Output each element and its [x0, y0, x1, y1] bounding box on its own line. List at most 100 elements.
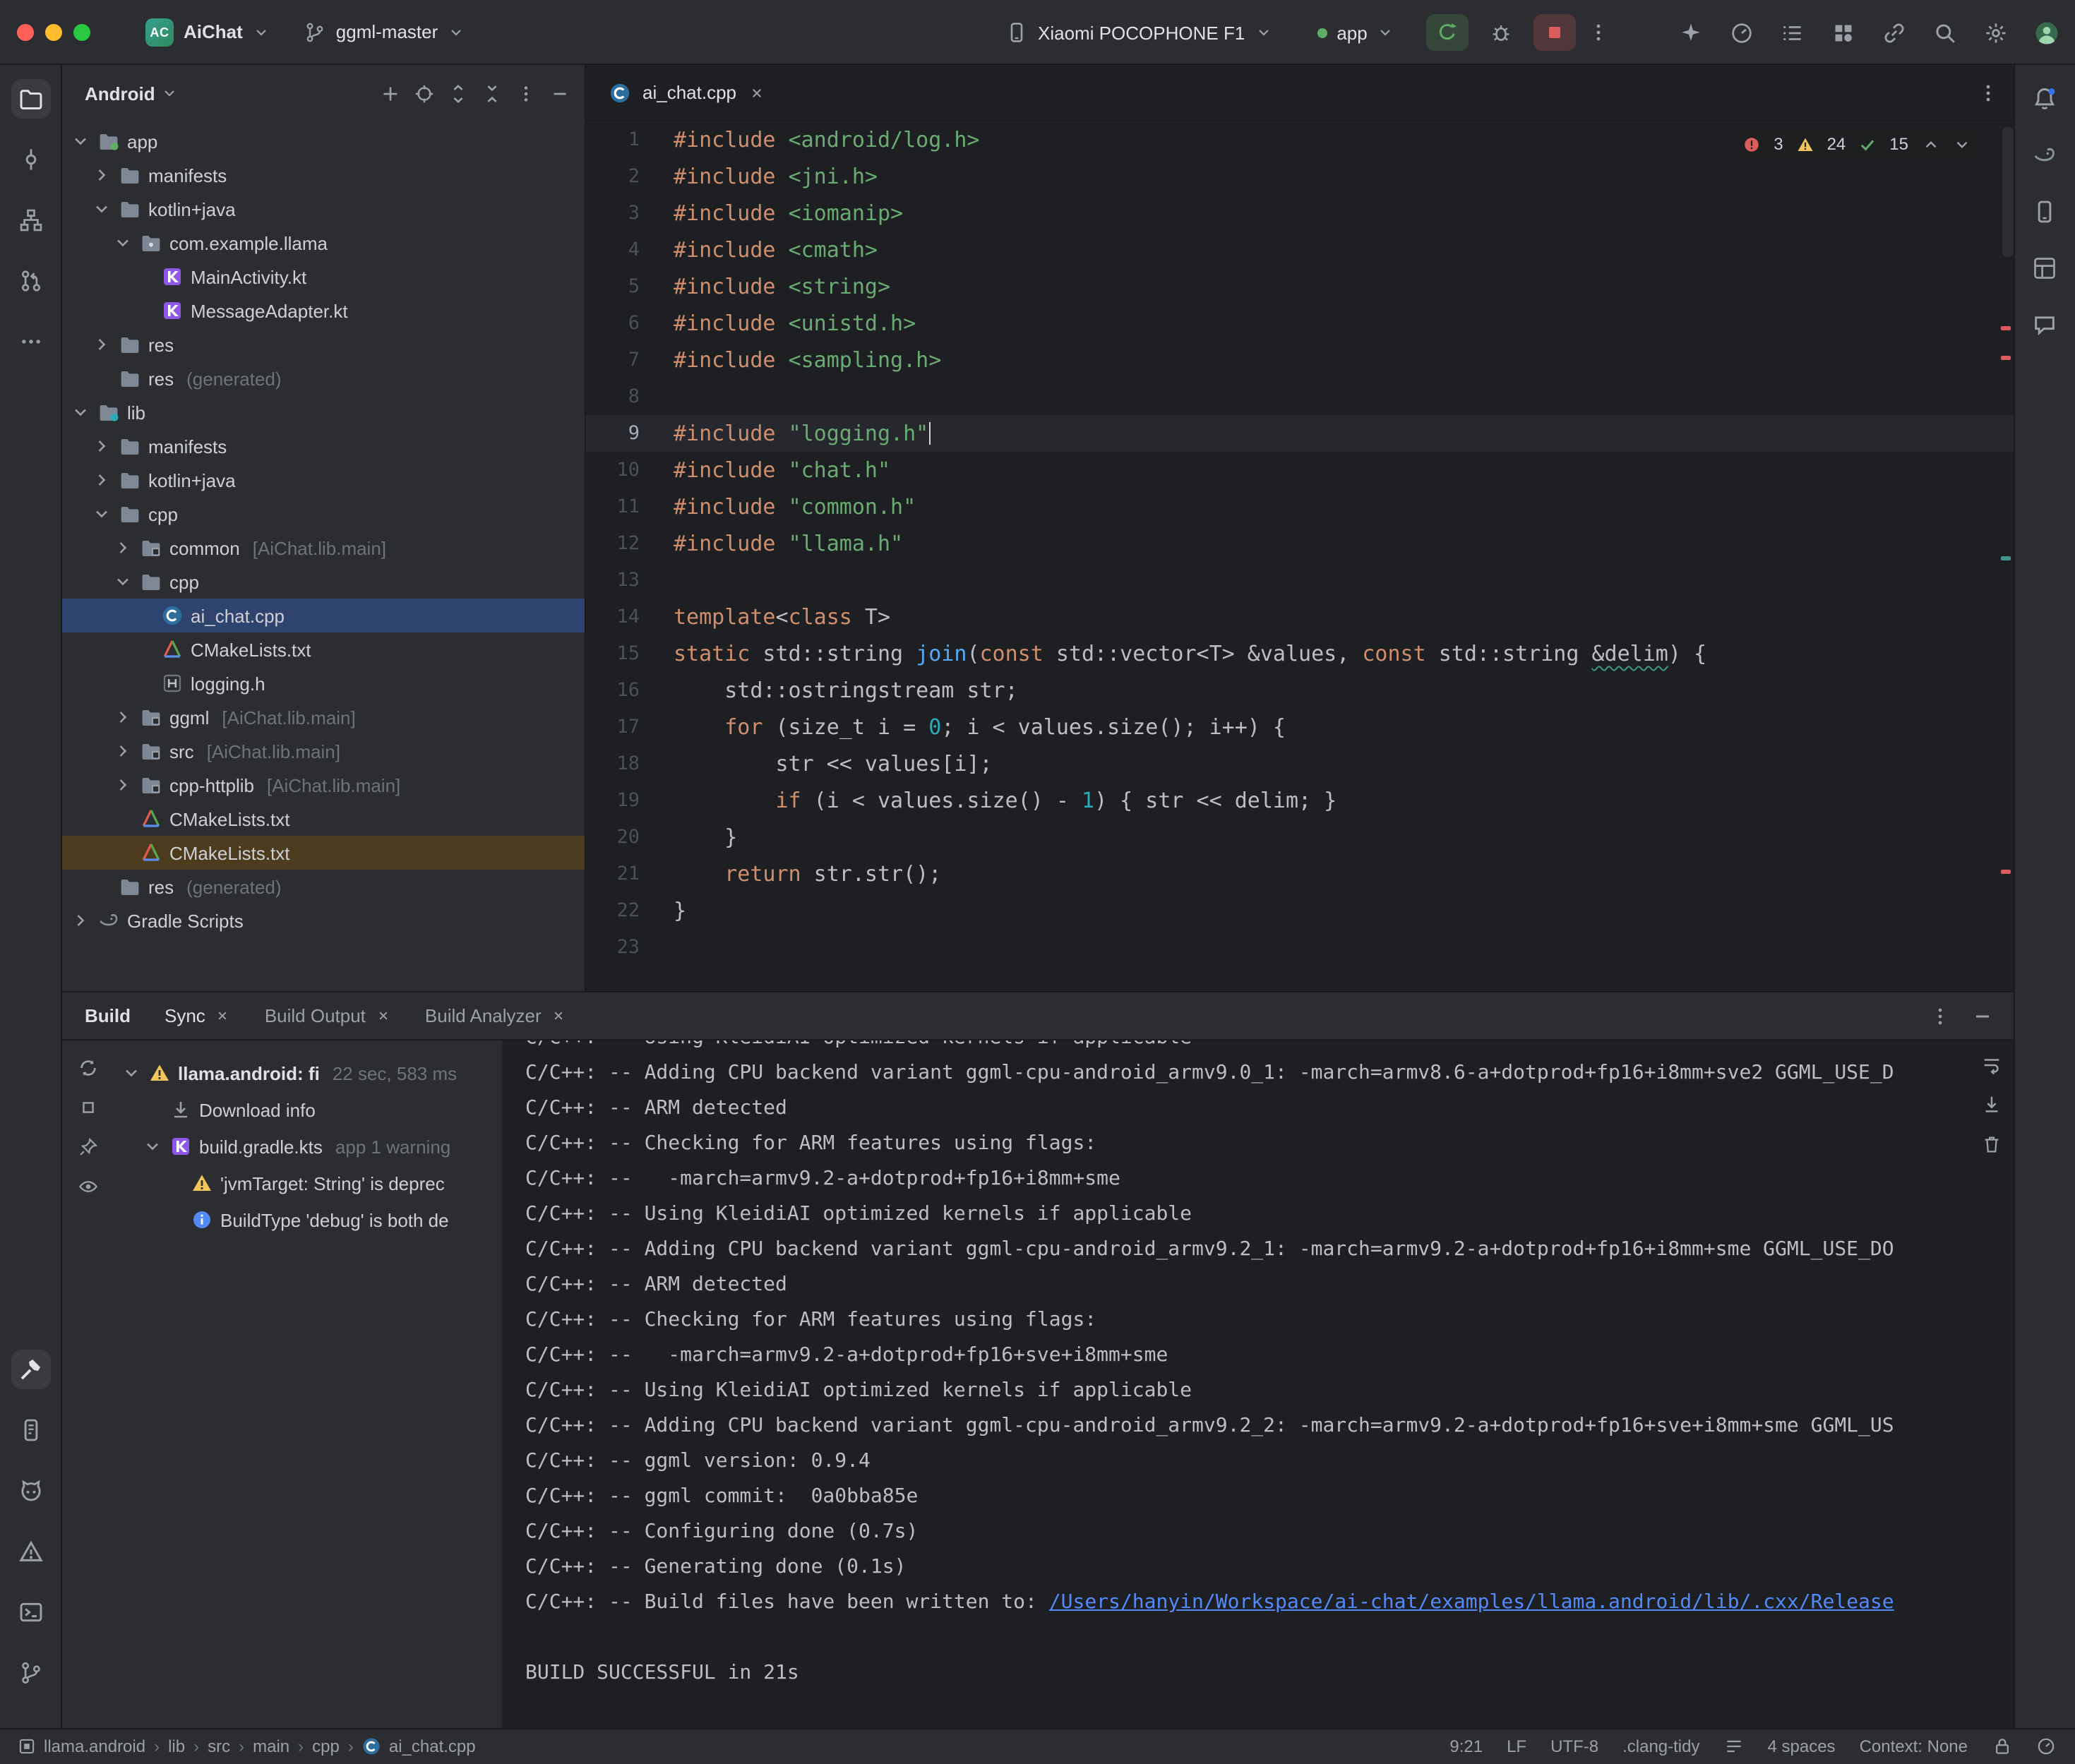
project-tree-item-cmakelists-txt[interactable]: CMakeLists.txt: [62, 802, 585, 836]
chevron-down-icon[interactable]: [71, 402, 90, 422]
settings-icon[interactable]: [1983, 20, 2007, 44]
pin-icon[interactable]: [77, 1136, 98, 1158]
build-panel-title[interactable]: Build: [85, 1005, 131, 1026]
code-line-2[interactable]: 2#include <jni.h>: [586, 158, 2013, 195]
expand-all-icon[interactable]: [448, 83, 469, 104]
code-line-4[interactable]: 4#include <cmath>: [586, 232, 2013, 268]
project-tree-item-src[interactable]: src[AiChat.lib.main]: [62, 734, 585, 768]
chevron-right-icon[interactable]: [92, 470, 112, 490]
chevron-down-icon[interactable]: [143, 1136, 162, 1156]
close-icon[interactable]: [215, 1008, 231, 1024]
error-stripe-mark[interactable]: [2000, 870, 2010, 874]
line-number[interactable]: 4: [586, 232, 674, 268]
file-encoding[interactable]: UTF-8: [1550, 1736, 1598, 1756]
layout-inspector-toolwindow-button[interactable]: [2025, 248, 2064, 288]
project-tree-item-res[interactable]: res(generated): [62, 870, 585, 904]
build-tree-item-llama-android-fi[interactable]: llama.android: fi22 sec, 583 ms: [113, 1055, 501, 1091]
chevron-down-icon[interactable]: [121, 1063, 141, 1083]
project-tree-item-messageadapter-kt[interactable]: MessageAdapter.kt: [62, 294, 585, 328]
code-line-13[interactable]: 13: [586, 562, 2013, 599]
sync-icon[interactable]: [77, 1057, 98, 1079]
more-tools-toolwindow-button[interactable]: [11, 322, 50, 361]
resolve-context[interactable]: Context: None: [1860, 1736, 1968, 1756]
code-line-19[interactable]: 19 if (i < values.size() - 1) { str << d…: [586, 782, 2013, 819]
code-line-15[interactable]: 15static std::string join(const std::vec…: [586, 635, 2013, 672]
rerun-button[interactable]: [1427, 14, 1469, 51]
scroll-end-icon[interactable]: [1980, 1094, 2002, 1115]
build-tree-item-download-info[interactable]: Download info: [113, 1091, 501, 1128]
terminal-toolwindow-button[interactable]: [11, 1592, 50, 1631]
suspend-icon[interactable]: [77, 1097, 98, 1118]
code-line-20[interactable]: 20 }: [586, 819, 2013, 856]
next-problem-icon[interactable]: [1952, 135, 1971, 153]
line-number[interactable]: 21: [586, 856, 674, 892]
chevron-right-icon[interactable]: [92, 335, 112, 354]
profiler-icon[interactable]: [1729, 20, 1753, 44]
search-icon[interactable]: [1932, 20, 1956, 44]
code-line-14[interactable]: 14template<class T>: [586, 599, 2013, 635]
debug-button[interactable]: [1481, 14, 1523, 51]
project-tree-item-ggml[interactable]: ggml[AiChat.lib.main]: [62, 700, 585, 734]
build-tab-build-output[interactable]: Build Output: [265, 1005, 391, 1026]
project-view-selector[interactable]: Android: [85, 83, 178, 104]
target-icon[interactable]: [414, 83, 435, 104]
build-tree-item-jvmtarget-string-is-deprec[interactable]: 'jvmTarget: String' is deprec: [113, 1165, 501, 1201]
analyzer[interactable]: .clang-tidy: [1622, 1736, 1699, 1756]
project-tree-item-mainactivity-kt[interactable]: MainActivity.kt: [62, 260, 585, 294]
build-tree-item-build-gradle-kts[interactable]: build.gradle.ktsapp 1 warning: [113, 1128, 501, 1165]
line-number[interactable]: 23: [586, 929, 674, 966]
breadcrumb-main[interactable]: main: [253, 1736, 289, 1756]
error-stripe-mark[interactable]: [2000, 356, 2010, 360]
project-tree-item-manifests[interactable]: manifests: [62, 158, 585, 192]
chevron-down-icon[interactable]: [113, 233, 133, 253]
code-line-12[interactable]: 12#include "llama.h": [586, 525, 2013, 562]
share-icon[interactable]: [1882, 20, 1906, 44]
line-number[interactable]: 8: [586, 378, 674, 415]
indent[interactable]: 4 spaces: [1768, 1736, 1836, 1756]
editor-scrollbar[interactable]: [2002, 127, 2013, 257]
chevron-down-icon[interactable]: [92, 504, 112, 524]
chevron-right-icon[interactable]: [113, 538, 133, 558]
code-style-icon[interactable]: [1724, 1736, 1744, 1756]
line-number[interactable]: 14: [586, 599, 674, 635]
plus-icon[interactable]: [380, 83, 401, 104]
close-icon[interactable]: [551, 1008, 567, 1024]
build-console[interactable]: C/C++: -- Using KleidiAI optimized kerne…: [503, 1040, 2013, 1728]
minimize-window-button[interactable]: [45, 23, 62, 40]
line-number[interactable]: 11: [586, 488, 674, 525]
readonly-toggle-icon[interactable]: [1992, 1736, 2011, 1756]
soft-wrap-icon[interactable]: [1980, 1055, 2002, 1076]
close-window-button[interactable]: [17, 23, 34, 40]
project-toolwindow-button[interactable]: [11, 79, 50, 119]
editor-options-icon[interactable]: [1976, 81, 1999, 104]
eye-icon[interactable]: [77, 1176, 98, 1197]
line-number[interactable]: 13: [586, 562, 674, 599]
line-number[interactable]: 20: [586, 819, 674, 856]
device-explorer-toolwindow-button[interactable]: [11, 1410, 50, 1449]
device-selector[interactable]: Xiaomi POCOPHONE F1: [993, 11, 1284, 54]
project-tree-item-cpp[interactable]: cpp: [62, 565, 585, 599]
line-number[interactable]: 1: [586, 121, 674, 158]
gradle-toolwindow-button[interactable]: [2025, 136, 2064, 175]
chevron-right-icon[interactable]: [92, 436, 112, 456]
commit-toolwindow-button[interactable]: [11, 140, 50, 179]
ai-assistant-icon[interactable]: [1678, 20, 1702, 44]
project-tree-item-app[interactable]: app: [62, 124, 585, 158]
chevron-right-icon[interactable]: [113, 707, 133, 727]
line-number[interactable]: 17: [586, 709, 674, 745]
inspection-widget[interactable]: 3 24 15: [1731, 130, 1982, 158]
error-stripe-mark[interactable]: [2000, 326, 2010, 330]
code-line-23[interactable]: 23: [586, 929, 2013, 966]
line-number[interactable]: 18: [586, 745, 674, 782]
breadcrumb-src[interactable]: src: [208, 1736, 230, 1756]
code-line-18[interactable]: 18 str << values[i];: [586, 745, 2013, 782]
code-line-6[interactable]: 6#include <unistd.h>: [586, 305, 2013, 342]
project-tree-item-res[interactable]: res: [62, 328, 585, 361]
project-tree-item-cpp[interactable]: cpp: [62, 497, 585, 531]
project-widget[interactable]: AC AiChat: [133, 11, 282, 53]
line-number[interactable]: 5: [586, 268, 674, 305]
code-line-8[interactable]: 8: [586, 378, 2013, 415]
line-number[interactable]: 12: [586, 525, 674, 562]
project-tree-item-kotlin-java[interactable]: kotlin+java: [62, 463, 585, 497]
line-number[interactable]: 10: [586, 452, 674, 488]
